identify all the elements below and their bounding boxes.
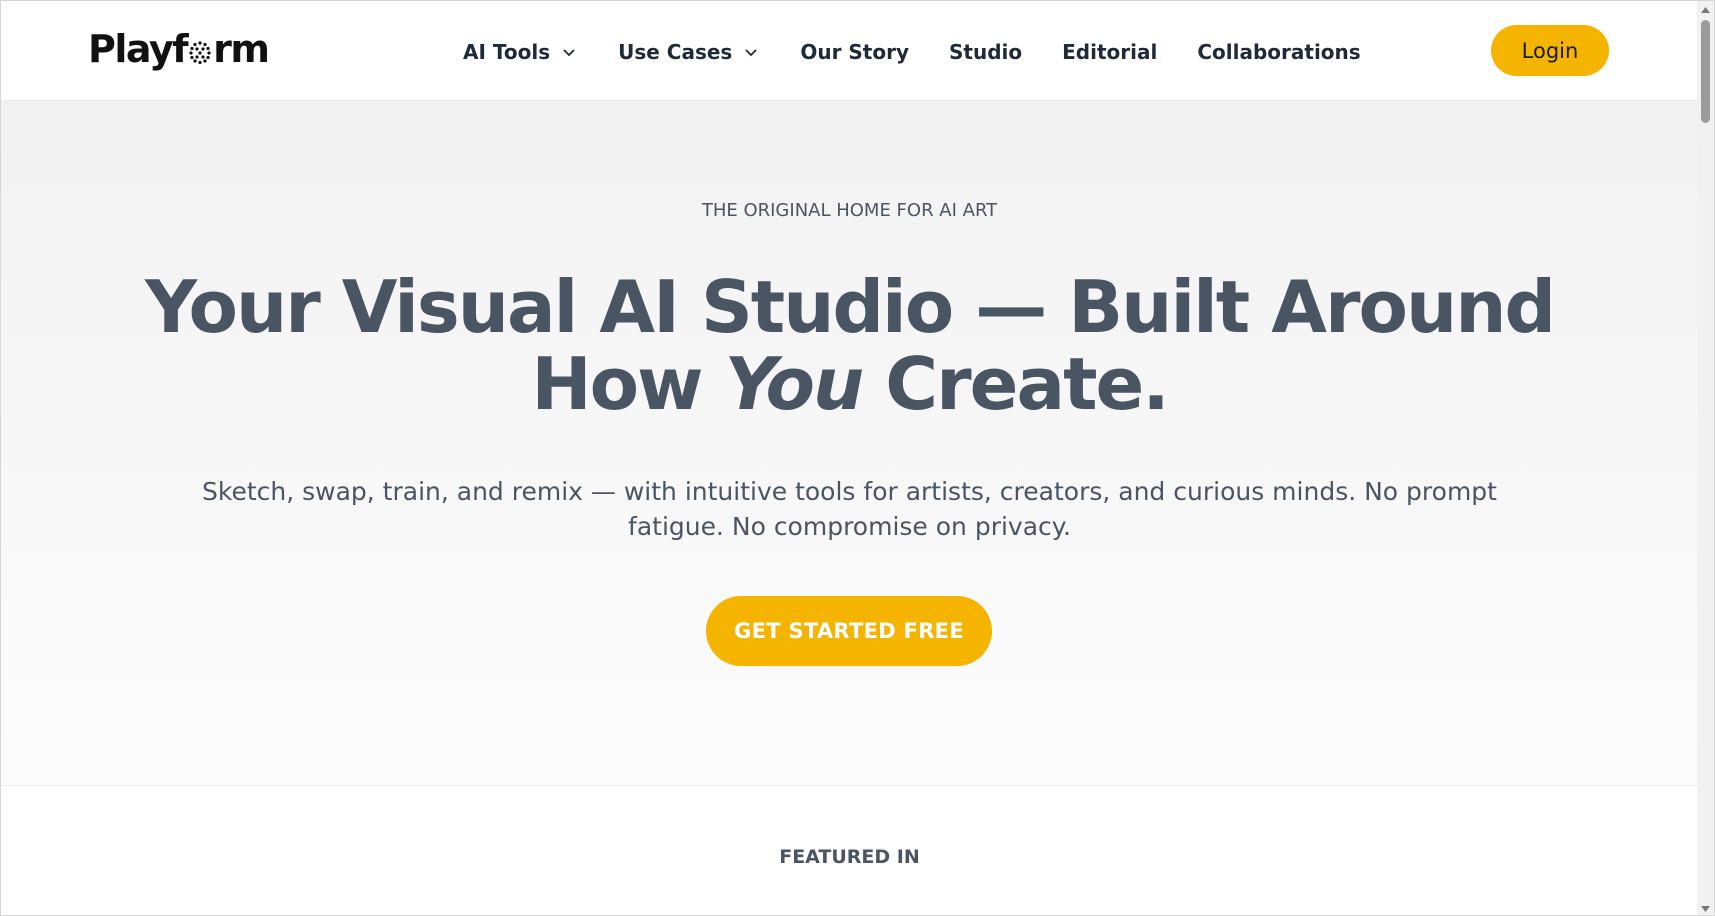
scroll-up-button[interactable] [1697, 1, 1714, 18]
chevron-down-icon [745, 49, 757, 57]
hero-subtext: Sketch, swap, train, and remix — with in… [202, 477, 1497, 541]
get-started-button[interactable]: GET STARTED FREE [706, 596, 992, 666]
nav-item-label: Use Cases [618, 40, 733, 64]
headline-create: Create. [885, 342, 1169, 426]
nav-item-label: Editorial [1062, 40, 1158, 64]
nav-item-label: Studio [949, 40, 1023, 64]
nav-item-editorial[interactable]: Editorial [1062, 40, 1157, 64]
featured-in-heading: FEATURED IN [779, 846, 920, 868]
nav-item-studio[interactable]: Studio [949, 40, 1022, 64]
arrow-up-icon [1701, 6, 1710, 13]
arrow-down-icon [1701, 905, 1710, 912]
nav-item-label: AI Tools [463, 40, 551, 64]
headline-line-1: Your Visual AI Studio — Built Around [144, 265, 1556, 349]
hero-headline: Your Visual AI Studio — Built Around How… [1, 269, 1698, 423]
headline-how: How [531, 342, 703, 426]
headline-you: You [724, 342, 865, 426]
nav-item-our-story[interactable]: Our Story [800, 40, 909, 64]
logo-text-prefix: Playf [88, 27, 189, 71]
page: Playf rm AI Tools Use Cases Our Story St… [0, 0, 1715, 916]
main-nav: AI Tools Use Cases Our Story Studio Edit… [463, 35, 1361, 69]
nav-item-ai-tools[interactable]: AI Tools [463, 40, 578, 64]
nav-item-label: Our Story [800, 40, 909, 64]
nav-item-use-cases[interactable]: Use Cases [618, 40, 760, 64]
chevron-down-icon [563, 49, 575, 57]
nav-item-collaborations[interactable]: Collaborations [1197, 40, 1360, 64]
hero-eyebrow: THE ORIGINAL HOME FOR AI ART [701, 200, 998, 221]
site-header: Playf rm AI Tools Use Cases Our Story St… [1, 1, 1698, 101]
logo-text-suffix: rm [213, 27, 270, 71]
scrollbar-thumb[interactable] [1701, 20, 1710, 123]
hero-section: THE ORIGINAL HOME FOR AI ART Your Visual… [1, 101, 1698, 786]
dot-grid-o-icon [189, 41, 211, 64]
playform-logo[interactable]: Playf rm [88, 25, 270, 73]
login-button[interactable]: Login [1491, 25, 1609, 76]
scroll-down-button[interactable] [1697, 900, 1714, 915]
nav-item-label: Collaborations [1197, 40, 1361, 64]
vertical-scrollbar[interactable] [1697, 1, 1714, 915]
